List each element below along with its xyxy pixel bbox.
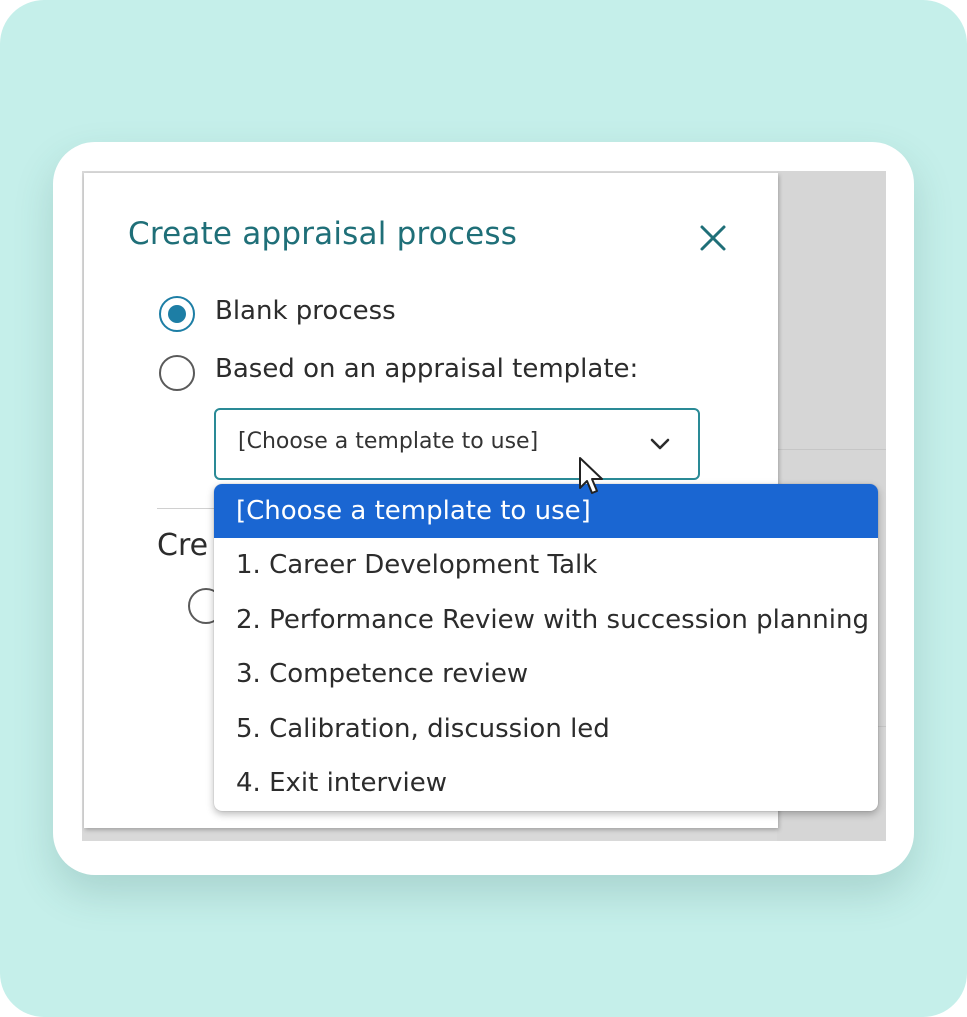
radio-template-process[interactable] — [159, 355, 195, 391]
radio-blank-process[interactable] — [159, 296, 195, 332]
close-button[interactable] — [694, 219, 732, 257]
template-dropdown-list: [Choose a template to use] 1. Career Dev… — [214, 484, 878, 811]
dialog-title: Create appraisal process — [128, 216, 518, 252]
template-select-value: [Choose a template to use] — [238, 429, 539, 454]
dropdown-option[interactable]: 2. Performance Review with succession pl… — [214, 593, 878, 647]
template-select[interactable]: [Choose a template to use] — [214, 408, 700, 480]
dropdown-option[interactable]: [Choose a template to use] — [214, 484, 878, 538]
radio-label-blank-process[interactable]: Blank process — [215, 296, 396, 326]
partial-section-label: Cre — [157, 528, 209, 563]
chevron-down-icon — [650, 438, 670, 450]
section-divider — [157, 508, 217, 509]
dropdown-option[interactable]: 4. Exit interview — [214, 756, 878, 810]
dropdown-option[interactable]: 5. Calibration, discussion led — [214, 702, 878, 756]
background-divider — [777, 449, 886, 450]
close-icon — [700, 225, 726, 251]
radio-label-template-process[interactable]: Based on an appraisal template: — [215, 354, 638, 384]
dropdown-option[interactable]: 1. Career Development Talk — [214, 538, 878, 592]
mouse-cursor-icon — [579, 457, 603, 494]
dropdown-option[interactable]: 3. Competence review — [214, 647, 878, 701]
